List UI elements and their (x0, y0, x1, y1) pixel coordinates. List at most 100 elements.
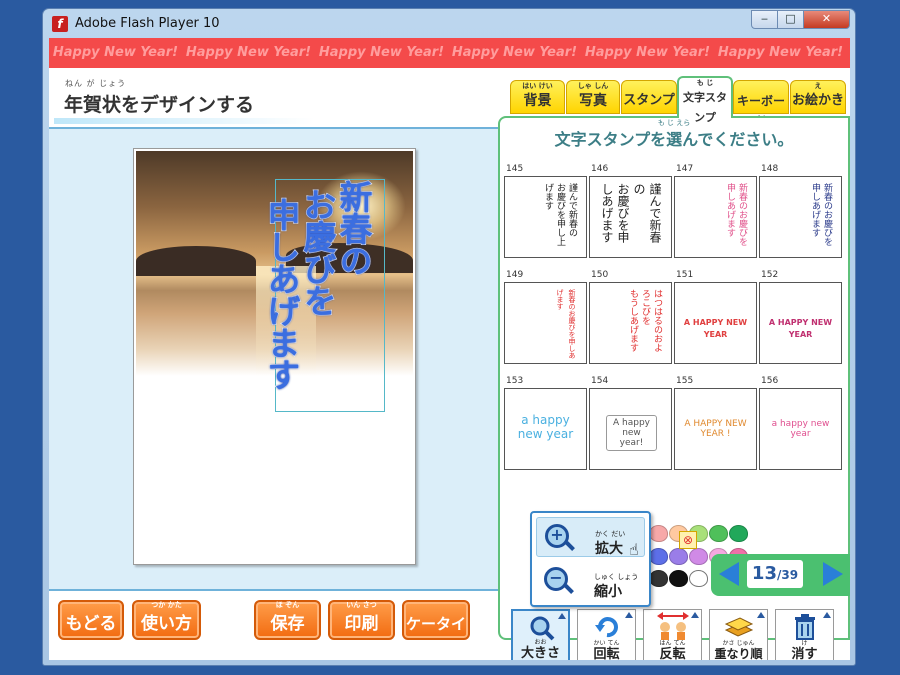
color-swatch[interactable] (649, 570, 668, 587)
zoom-out-label: 縮小 (594, 584, 622, 600)
page-title-ruby: ねん が じょう (65, 79, 127, 88)
color-swatch[interactable] (689, 548, 708, 565)
title-bar[interactable]: f Adobe Flash Player 10 ‒ □ ✕ (43, 9, 855, 39)
color-swatch[interactable] (729, 525, 748, 542)
print-label: 印刷 (344, 614, 379, 634)
zoom-out-item[interactable]: − しゅく しょう 縮小 (536, 561, 645, 601)
delete-tool-label: 消す (791, 647, 818, 660)
minimize-button[interactable]: ‒ (751, 10, 778, 29)
stamp-number: 151 (676, 270, 694, 280)
rotate-tool-label: 回転 (593, 647, 620, 660)
color-swatch[interactable] (669, 548, 688, 565)
size-tool-expand-icon (558, 613, 566, 619)
stamp-line-3: 申しあげます (261, 197, 302, 391)
stamp-preview-text: a happy new year (771, 419, 830, 439)
stamp-number: 146 (591, 164, 609, 174)
flip-tool-button[interactable]: はん てん 反転 (643, 609, 702, 660)
size-tool-label: 大きさ (520, 646, 560, 660)
layers-icon (724, 617, 754, 637)
stamp-preview-text: 謹んで新春の お慶びを申しあげます (600, 183, 662, 243)
stamp-number: 148 (761, 164, 779, 174)
prev-page-icon[interactable] (719, 562, 739, 586)
back-button[interactable]: もどる (58, 600, 124, 640)
color-swatch[interactable] (649, 548, 668, 565)
stamp-item[interactable]: A HAPPY NEW YEAR (759, 282, 842, 364)
mobile-label: ケータイ (405, 615, 466, 633)
no-color-icon[interactable]: ⊗ (679, 531, 697, 549)
zoom-popup-menu: + かく だい 拡大 ☝ − しゅく しょう 縮小 (530, 511, 651, 607)
tab-photo[interactable]: しゃ しん 写真 (566, 80, 620, 114)
stamp-line-1: 新春の (333, 179, 374, 277)
text-stamp-selection[interactable]: 新春の お慶びを 申しあげます (261, 179, 385, 412)
stamp-item[interactable]: 謹んで新春の お慶びを申し上げます (504, 176, 587, 258)
banner-text: Happy New Year! (318, 45, 445, 60)
maximize-button[interactable]: □ (777, 10, 804, 29)
stamp-preview-text: 謹んで新春の お慶びを申し上げます (543, 183, 577, 246)
stamp-preview-text: A HAPPY NEW YEAR ! (684, 419, 747, 439)
stamp-preview-text: 新春のお慶びを申しあげます (556, 289, 576, 359)
close-button[interactable]: ✕ (803, 10, 850, 29)
page-navigator: 13/39 (711, 554, 850, 596)
mobile-button[interactable]: ケータイ (402, 600, 470, 640)
how-to-button[interactable]: つか かた 使い方 (132, 600, 201, 640)
stamp-number: 152 (761, 270, 779, 280)
stamp-number: 155 (676, 376, 694, 386)
size-tool-button[interactable]: おお 大きさ (511, 609, 570, 660)
next-page-icon[interactable] (823, 562, 843, 586)
stamp-preview-text: 新春のお慶びを 申しあげます (725, 183, 747, 246)
color-swatch[interactable] (669, 570, 688, 587)
stamp-item[interactable]: a happy new year (759, 388, 842, 470)
zoom-in-label: 拡大 (595, 541, 623, 557)
zoom-out-handle (564, 584, 574, 594)
print-button[interactable]: いん さつ 印刷 (328, 600, 395, 640)
color-swatch[interactable] (649, 525, 668, 542)
tab-background[interactable]: はい けい 背景 (510, 80, 565, 114)
save-ruby: ほ ぞん (275, 601, 300, 609)
rotate-icon (595, 617, 618, 638)
current-page: 13 (751, 563, 777, 584)
stamp-item[interactable]: A HAPPY NEW YEAR ! (674, 388, 757, 470)
tab-drawing[interactable]: え お絵かき (790, 80, 846, 114)
stamp-number: 150 (591, 270, 609, 280)
stamp-item[interactable]: 新春のお慶びを 申しあげます (674, 176, 757, 258)
tab-drawing-ruby: え (814, 82, 822, 90)
save-button[interactable]: ほ ぞん 保存 (254, 600, 321, 640)
stamp-item[interactable]: 新春のお慶びを 申しあげます (759, 176, 842, 258)
banner-text: Happy New Year! (717, 45, 844, 60)
tab-text-stamp[interactable]: も じ 文字スタンプ (677, 76, 733, 124)
stamp-item[interactable]: A HAPPY NEW YEAR (674, 282, 757, 364)
print-ruby: いん さつ (346, 601, 377, 609)
save-label: 保存 (270, 614, 305, 634)
stamp-item[interactable]: 新春のお慶びを申しあげます (504, 282, 587, 364)
how-to-label: 使い方 (141, 614, 192, 634)
stamp-preview-text: a happy new year (517, 413, 574, 441)
delete-tool-button[interactable]: け 消す (775, 609, 834, 660)
island-left (136, 246, 256, 276)
stamp-item[interactable]: a happy new year (504, 388, 587, 470)
banner-strip: Happy New Year! Happy New Year! Happy New … (49, 38, 850, 68)
stamp-item[interactable]: はつはるのおよろこびを もうしあげます (589, 282, 672, 364)
hand-cursor-icon: ☝ (629, 540, 639, 559)
tab-stamp[interactable]: スタンプ (621, 80, 677, 114)
color-swatch[interactable] (689, 570, 708, 587)
title-underline (54, 118, 314, 124)
rotate-tool-expand-icon (625, 612, 633, 618)
stamp-preview-text: 新春のお慶びを 申しあげます (810, 183, 832, 246)
total-pages: /39 (776, 568, 799, 582)
tab-keyboard[interactable]: キーボード (733, 80, 789, 128)
flash-icon: f (52, 16, 68, 32)
rotate-tool-button[interactable]: かい てん 回転 (577, 609, 636, 660)
flip-tool-label: 反転 (659, 647, 686, 660)
stamp-item[interactable]: A happy new year! (589, 388, 672, 470)
tab-photo-ruby: しゃ しん (577, 82, 609, 90)
stamp-number: 147 (676, 164, 694, 174)
flash-content: Happy New Year! Happy New Year! Happy New … (49, 38, 850, 660)
color-swatch[interactable] (709, 525, 728, 542)
order-tool-label: 重なり順 (714, 647, 763, 660)
order-tool-button[interactable]: かさ じゅん 重なり順 (709, 609, 768, 660)
how-to-ruby: つか かた (151, 601, 182, 609)
stamp-item[interactable]: 謹んで新春の お慶びを申しあげます (589, 176, 672, 258)
back-button-label: もどる (65, 614, 117, 634)
zoom-in-item[interactable]: + かく だい 拡大 ☝ (536, 517, 645, 559)
new-year-card[interactable]: 新春の お慶びを 申しあげます (133, 148, 416, 565)
